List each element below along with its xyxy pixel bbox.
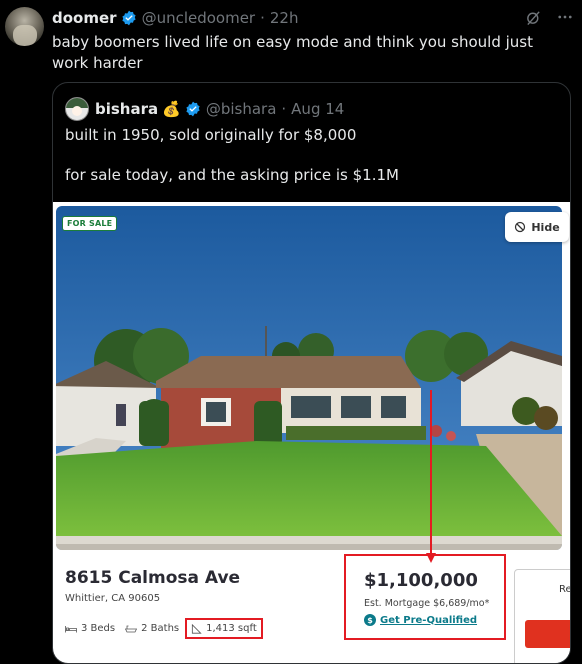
side-card-button[interactable]	[525, 620, 570, 648]
quote-author-handle[interactable]: @bishara	[206, 100, 277, 118]
beds-spec: 3 Beds	[65, 623, 115, 634]
quoted-tweet[interactable]: bishara 💰 @bishara · Aug 14 built in 195…	[52, 82, 571, 664]
baths-spec: 2 Baths	[125, 623, 179, 634]
listing-price: $1,100,000	[364, 570, 478, 591]
quote-header: bishara 💰 @bishara · Aug 14	[65, 97, 344, 121]
more-options-icon[interactable]	[556, 8, 574, 26]
area-icon	[192, 623, 202, 634]
side-contact-card: Re	[514, 569, 571, 663]
beds-count: 3 Beds	[81, 623, 116, 634]
listing-specs: 3 Beds 2 Baths 1,413 sqft	[65, 618, 273, 639]
listing-screenshot[interactable]: FOR SALE Hide 8615 Calmosa Ave Whittier,…	[53, 202, 570, 663]
get-prequalified-link[interactable]: $ Get Pre-Qualified	[364, 614, 477, 626]
quote-author-name[interactable]: bishara	[95, 100, 158, 118]
listing-address: 8615 Calmosa Ave	[65, 568, 241, 588]
est-mortgage: Est. Mortgage $6,689/mo*	[364, 598, 490, 609]
separator: ·	[281, 100, 287, 118]
quote-timestamp[interactable]: Aug 14	[291, 100, 344, 118]
avatar-beard	[13, 25, 37, 46]
listing-city: Whittier, CA 90605	[65, 593, 161, 604]
baths-count: 2 Baths	[141, 623, 180, 634]
block-icon	[515, 221, 526, 233]
red-arrow-annotation	[426, 390, 436, 563]
money-bag-emoji: 💰	[162, 100, 181, 118]
tweet-text: baby boomers lived life on easy mode and…	[52, 33, 533, 72]
price-highlight-box: $1,100,000 Est. Mortgage $6,689/mo* $ Ge…	[344, 554, 506, 640]
avatar[interactable]	[5, 7, 44, 46]
bed-icon	[65, 625, 77, 632]
side-card-text: Re	[559, 584, 571, 595]
hide-button[interactable]: Hide	[505, 212, 569, 242]
quote-text-line-1: built in 1950, sold originally for $8,00…	[65, 126, 357, 144]
timestamp[interactable]: 22h	[270, 9, 299, 27]
verified-badge-icon	[121, 10, 136, 26]
sqft-spec: 1,413 sqft	[185, 618, 263, 639]
quote-avatar[interactable]	[65, 97, 89, 121]
sqft-value: 1,413 sqft	[206, 623, 257, 634]
grok-icon[interactable]	[524, 8, 542, 26]
dollar-icon: $	[364, 614, 376, 626]
tweet-actions	[524, 8, 574, 26]
author-handle[interactable]: @uncledoomer	[142, 9, 256, 27]
house-photo: FOR SALE	[56, 206, 562, 550]
author-name[interactable]: doomer	[52, 9, 117, 27]
hide-label: Hide	[531, 220, 560, 234]
verified-badge-icon	[186, 101, 200, 117]
tweet-header: doomer @uncledoomer · 22h	[52, 8, 298, 28]
bath-icon	[125, 625, 138, 632]
for-sale-badge: FOR SALE	[62, 216, 118, 231]
quote-text-line-2: for sale today, and the asking price is …	[65, 166, 399, 184]
separator: ·	[260, 9, 265, 27]
prequal-label: Get Pre-Qualified	[380, 614, 478, 626]
